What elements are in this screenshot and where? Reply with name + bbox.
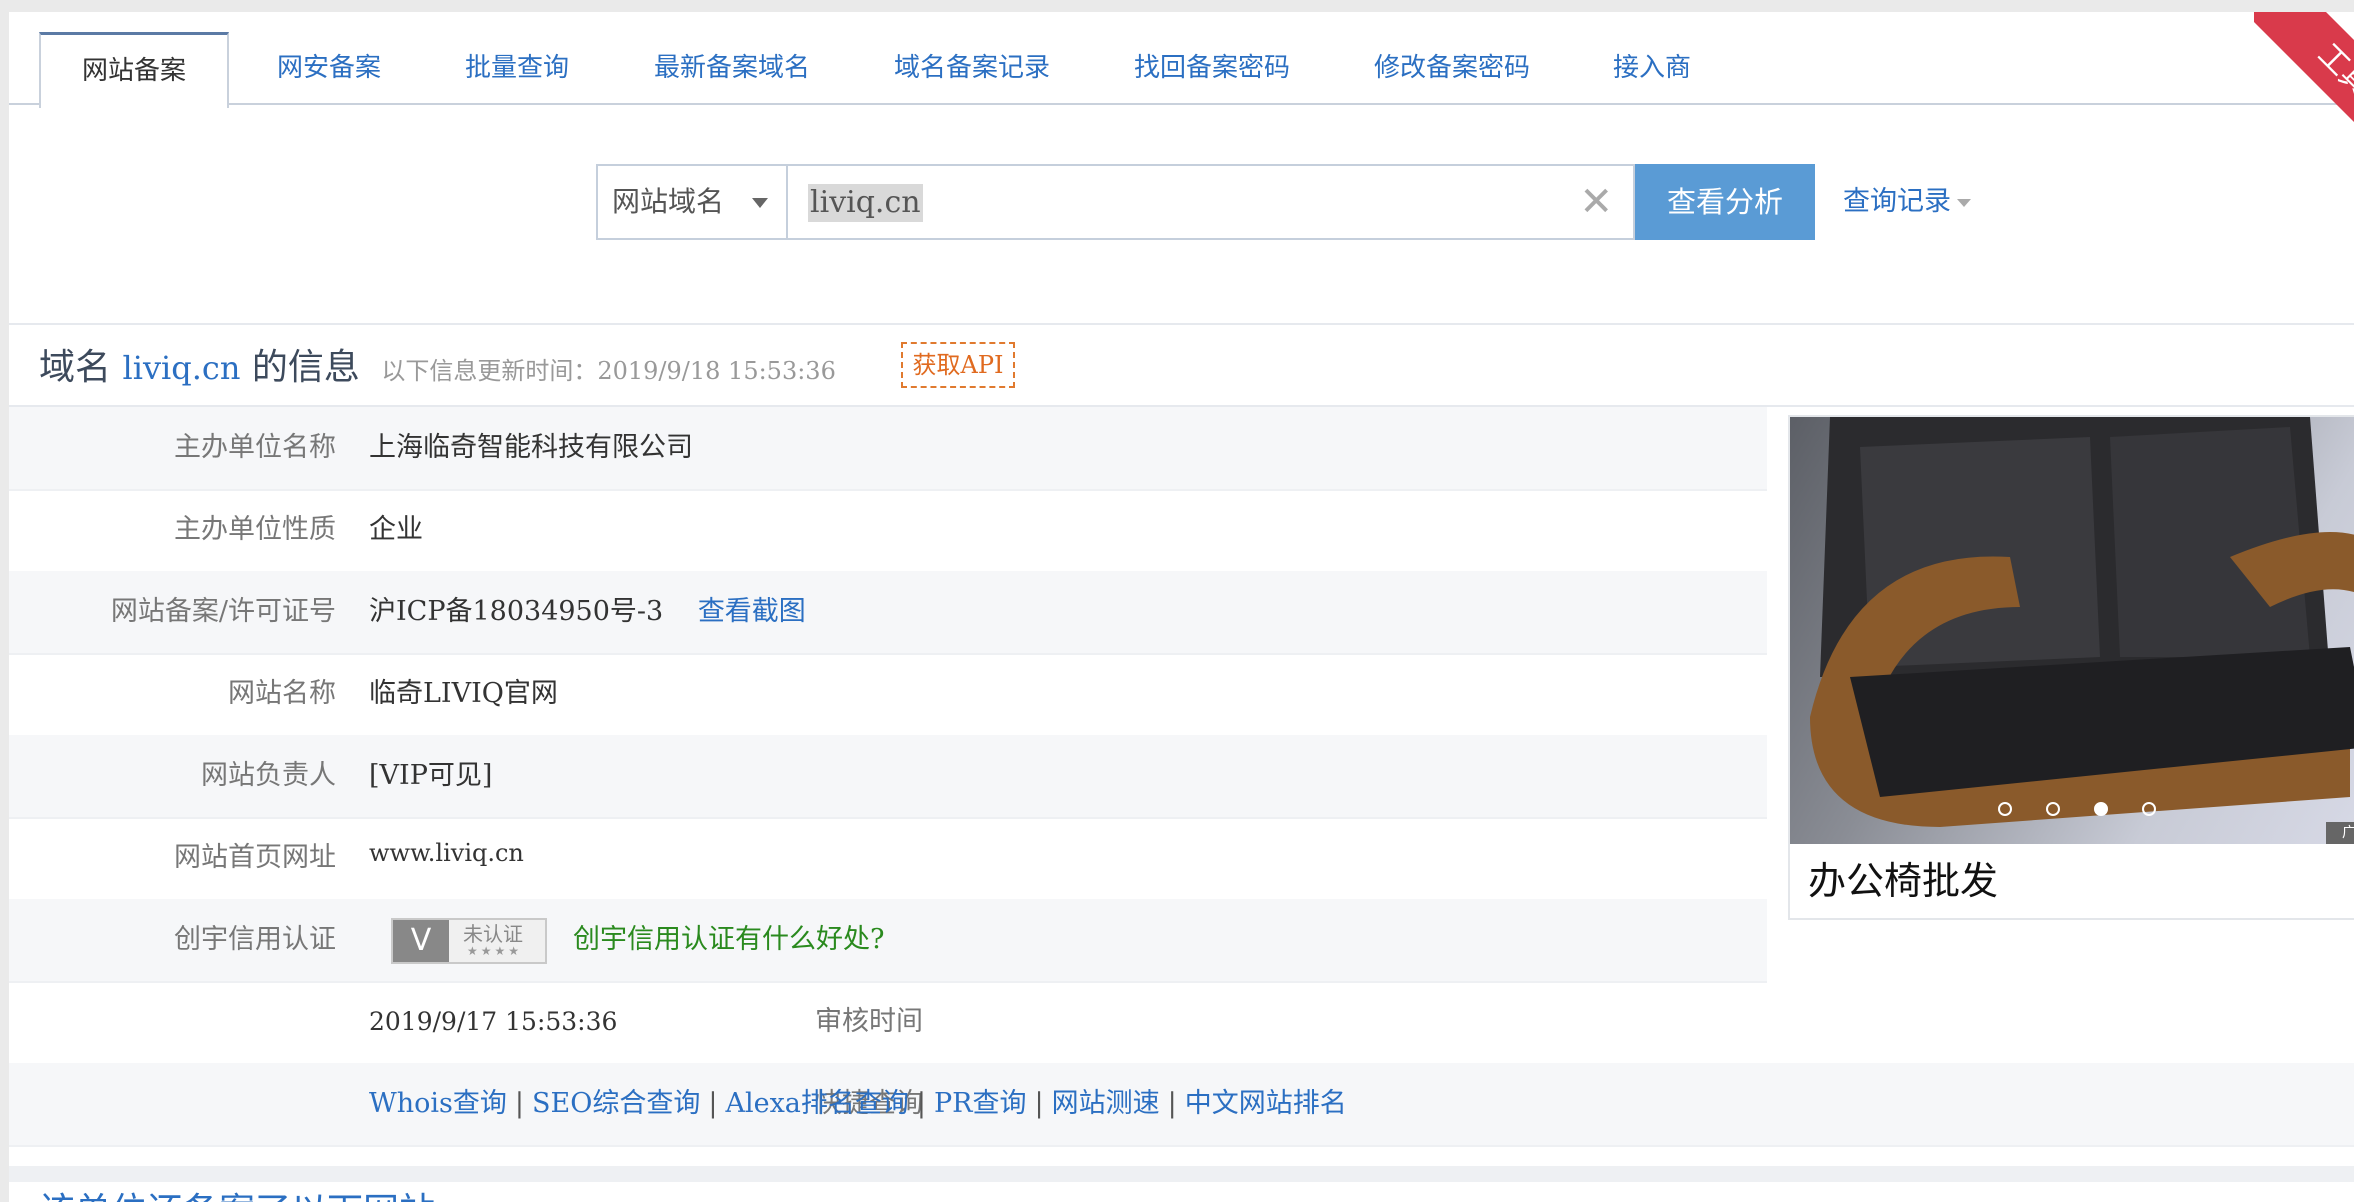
chevron-down-icon bbox=[752, 198, 768, 208]
search-input[interactable]: liviq.cn ✕ bbox=[786, 164, 1635, 240]
tab-access-provider[interactable]: 接入商 bbox=[1597, 32, 1707, 104]
ad-mark: 广告 bbox=[2326, 822, 2354, 844]
ad-title[interactable]: 办公椅批发 bbox=[1808, 853, 1998, 909]
search-input-value[interactable]: liviq.cn bbox=[808, 184, 923, 222]
divider bbox=[9, 323, 2354, 325]
corner-ribbon-label: 工具 bbox=[2254, 12, 2354, 142]
slide-dot-2[interactable] bbox=[2046, 802, 2060, 816]
tab-site-record[interactable]: 网站备案 bbox=[39, 32, 229, 108]
owner-label: 网站负责人 bbox=[201, 760, 336, 791]
info-row-homepage: 网站首页网址 www.liviq.cn bbox=[9, 817, 1767, 901]
info-row-sponsor: 主办单位名称 上海临奇智能科技有限公司 bbox=[9, 407, 1767, 491]
slide-dot-4[interactable] bbox=[2142, 802, 2156, 816]
get-api-button[interactable]: 获取API bbox=[901, 342, 1015, 388]
tab-batch-query[interactable]: 批量查询 bbox=[437, 32, 597, 104]
info-row-audit: 审核时间 2019/9/17 15:53:36 bbox=[9, 981, 2354, 1065]
title-prefix: 域名 bbox=[39, 347, 112, 388]
chevron-down-icon bbox=[1957, 198, 1971, 207]
tab-domain-records[interactable]: 域名备案记录 bbox=[879, 32, 1065, 104]
license-value-wrap: 沪ICP备18034950号-3 查看截图 bbox=[369, 571, 806, 653]
audit-value: 2019/9/17 15:53:36 bbox=[369, 1007, 618, 1036]
slide-dot-1[interactable] bbox=[1998, 802, 2012, 816]
tab-latest-domains[interactable]: 最新备案域名 bbox=[639, 32, 825, 104]
tab-police-record[interactable]: 网安备案 bbox=[249, 32, 409, 104]
office-chair-image[interactable] bbox=[1790, 417, 2354, 844]
site-name-label: 网站名称 bbox=[228, 678, 336, 709]
tab-bar: 网站备案 网安备案 批量查询 最新备案域名 域名备案记录 找回备案密码 修改备案… bbox=[9, 12, 2354, 108]
title-suffix: 的信息 bbox=[251, 347, 360, 388]
other-sites-heading: 该单位还备案了以下网站 bbox=[39, 1192, 435, 1202]
search-type-select[interactable]: 网站域名 bbox=[596, 164, 786, 240]
homepage-value: www.liviq.cn bbox=[369, 839, 524, 867]
search-button[interactable]: 查看分析 bbox=[1635, 164, 1815, 240]
query-history-label: 查询记录 bbox=[1843, 186, 1951, 217]
sponsor-value: 上海临奇智能科技有限公司 bbox=[369, 432, 693, 463]
update-time: 以下信息更新时间：2019/9/18 15:53:36 bbox=[381, 357, 836, 385]
quick-links: Whois查询 | SEO综合查询 | Alexa排名查询 | PR查询 | 网站测速 | 中文网站… bbox=[369, 1088, 1347, 1119]
page: 网站备案 网安备案 批量查询 最新备案域名 域名备案记录 找回备案密码 修改备案… bbox=[9, 12, 2354, 1202]
license-value: 沪ICP备18034950号-3 bbox=[369, 596, 664, 627]
credit-label: 创宇信用认证 bbox=[174, 924, 336, 955]
homepage-label: 网站首页网址 bbox=[174, 842, 336, 873]
audit-label: 审核时间 bbox=[815, 1006, 923, 1037]
search-type-label: 网站域名 bbox=[612, 185, 725, 218]
seo-link[interactable]: SEO综合查询 bbox=[532, 1088, 700, 1119]
cn-rank-link[interactable]: 中文网站排名 bbox=[1185, 1088, 1347, 1119]
vip-visible-link[interactable]: [VIP可见] bbox=[369, 735, 492, 817]
office-chair-icon bbox=[1810, 417, 2354, 827]
title-domain: liviq.cn bbox=[122, 349, 241, 387]
nature-value: 企业 bbox=[369, 514, 423, 545]
credit-badge-stars: ★★★★ bbox=[467, 943, 523, 958]
query-history-dropdown[interactable]: 查询记录 bbox=[1843, 184, 1971, 220]
alexa-link[interactable]: Alexa排名查询 bbox=[725, 1088, 908, 1119]
sponsor-label: 主办单位名称 bbox=[174, 432, 336, 463]
pr-link[interactable]: PR查询 bbox=[934, 1088, 1027, 1119]
info-row-nature: 主办单位性质 企业 bbox=[9, 489, 1767, 573]
info-row-site-name: 网站名称 临奇LIVIQ官网 bbox=[9, 653, 1767, 737]
license-label: 网站备案/许可证号 bbox=[110, 596, 336, 627]
verified-v-icon: V bbox=[393, 919, 449, 962]
credit-badge[interactable]: V 未认证 ★★★★ bbox=[391, 917, 547, 964]
page-title: 域名 liviq.cn 的信息 以下信息更新时间：2019/9/18 15:53… bbox=[39, 342, 836, 397]
credit-benefits-link[interactable]: 创宇信用认证有什么好处? bbox=[573, 924, 884, 955]
speed-test-link[interactable]: 网站测速 bbox=[1052, 1088, 1160, 1119]
whois-link[interactable]: Whois查询 bbox=[369, 1088, 507, 1119]
nature-label: 主办单位性质 bbox=[174, 514, 336, 545]
credit-value: V 未认证 ★★★★ 创宇信用认证有什么好处? bbox=[369, 899, 884, 981]
tab-retrieve-password[interactable]: 找回备案密码 bbox=[1119, 32, 1305, 104]
ad-banner[interactable]: 广告 办公椅批发 bbox=[1788, 415, 2354, 920]
section-divider bbox=[9, 1166, 2354, 1182]
corner-ribbon[interactable]: 工具 bbox=[2254, 12, 2354, 142]
info-row-license: 网站备案/许可证号 沪ICP备18034950号-3 查看截图 bbox=[9, 571, 1767, 655]
view-screenshot-link[interactable]: 查看截图 bbox=[698, 596, 806, 627]
tab-change-password[interactable]: 修改备案密码 bbox=[1359, 32, 1545, 104]
info-row-owner: 网站负责人 [VIP可见] bbox=[9, 735, 1767, 819]
site-name-value: 临奇LIVIQ官网 bbox=[369, 678, 558, 709]
info-row-quick: 快捷查询 Whois查询 | SEO综合查询 | Alexa排名查询 | PR查询 | 网站测速… bbox=[9, 1063, 2354, 1147]
info-row-credit: 创宇信用认证 V 未认证 ★★★★ 创宇信用认证有什么好处? bbox=[9, 899, 1767, 983]
close-icon[interactable]: ✕ bbox=[1579, 180, 1613, 224]
slide-dot-3[interactable] bbox=[2094, 802, 2108, 816]
